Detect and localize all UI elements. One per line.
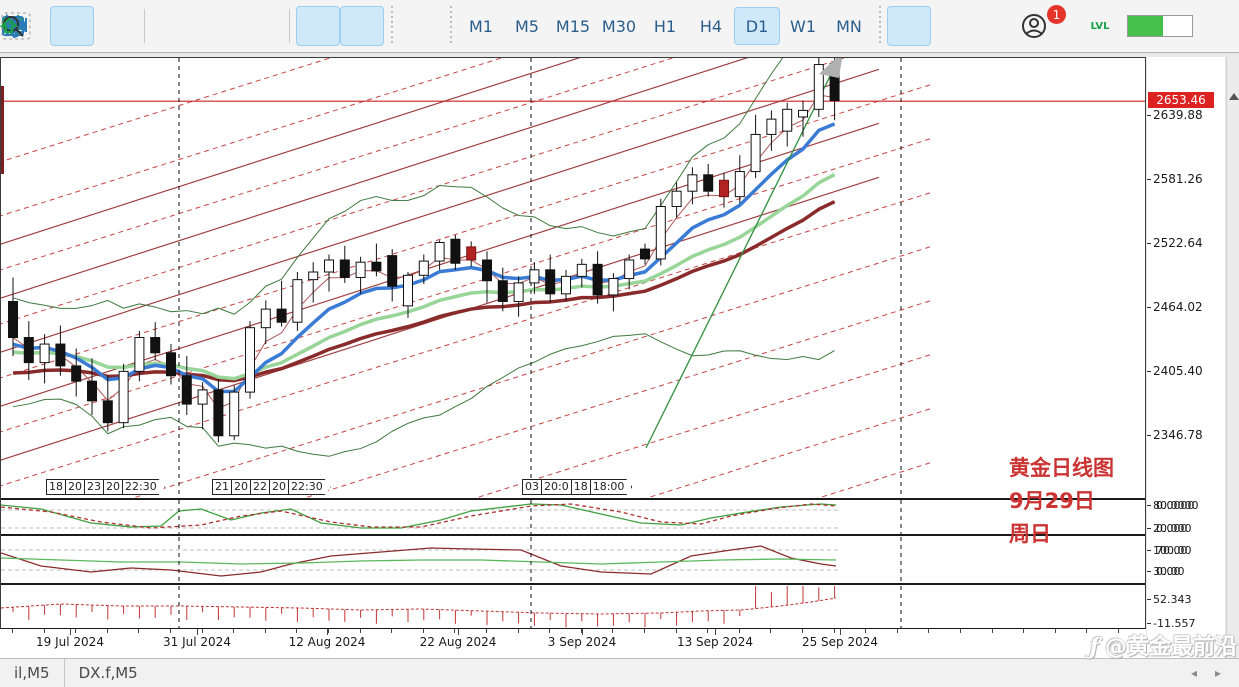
- indicator-panel-rsi[interactable]: [1, 537, 1145, 583]
- line-chart-icon[interactable]: [2, 6, 138, 46]
- timeframe-h4[interactable]: H4: [688, 7, 734, 45]
- tab-nav: ◂ ▸: [1191, 659, 1221, 687]
- toolbar-drag-handle: [876, 6, 883, 46]
- indicator-scale-label: 0.000: [1156, 522, 1188, 535]
- timeframe-m1[interactable]: M1: [458, 7, 504, 45]
- annotation-line: 周日: [1009, 522, 1051, 546]
- time-tag: 21: [212, 479, 232, 495]
- time-tag: 22:30: [288, 479, 331, 495]
- date-tick-label: 12 Aug 2024: [288, 635, 366, 649]
- time-tag: 22: [250, 479, 270, 495]
- annotation-line: 9月29日: [1009, 489, 1095, 513]
- date-tick-label: 31 Jul 2024: [163, 635, 231, 649]
- date-tick-label: 19 Jul 2024: [36, 635, 104, 649]
- panel-divider[interactable]: [1, 583, 1145, 585]
- shift-chart-right-icon[interactable]: [2, 6, 340, 46]
- right-scrollbar[interactable]: [1226, 57, 1239, 658]
- time-tag-group: 21 20 22 20 22:30: [212, 479, 331, 495]
- indicator-panel-stochastic[interactable]: [1, 500, 1145, 534]
- timeframe-m15[interactable]: M15: [550, 7, 596, 45]
- tab-next-icon[interactable]: ▸: [1215, 666, 1221, 680]
- cursor-icon[interactable]: [6, 6, 931, 46]
- candlestick-chart-icon[interactable]: [4, 6, 94, 46]
- indicator-scale-label: 52.343: [1153, 593, 1192, 606]
- current-price-box: 2653.46: [1148, 92, 1214, 109]
- toolbar-separator: [289, 9, 290, 43]
- price-tick-label: 2522.64: [1153, 236, 1203, 250]
- level-up-icon[interactable]: LVL: [0, 5, 1121, 47]
- date-tick-label: 25 Sep 2024: [801, 635, 879, 649]
- toolbar-separator: [144, 9, 145, 43]
- toolbar-drag-handle: [447, 6, 454, 46]
- date-tick-label: 3 Sep 2024: [547, 635, 617, 649]
- chart-area[interactable]: 18 20 23 20 22:30 21 20 22 20 22:30 03 20:0 18 18:00 …: [0, 57, 1146, 658]
- time-tag: 20: [65, 479, 85, 495]
- price-scale[interactable]: 2639.88 2581.26 2522.64 2464.02 2405.40 2346.…: [1147, 57, 1225, 658]
- date-tick-label: 13 Sep 2024: [676, 635, 754, 649]
- search-icon[interactable]: [3, 6, 1019, 46]
- date-tick-label: 22 Aug 2024: [419, 635, 497, 649]
- price-tick-label: 2639.88: [1153, 108, 1203, 122]
- screenshot-camera-icon[interactable]: [1, 6, 443, 46]
- annotation-line: 黄金日线图: [1009, 456, 1114, 480]
- zoom-out-icon[interactable]: [3, 6, 239, 46]
- panel-divider[interactable]: [1, 534, 1145, 536]
- timeframe-mn[interactable]: MN: [826, 7, 872, 45]
- time-tag: 20: [231, 479, 251, 495]
- notification-badge[interactable]: 1: [1047, 5, 1066, 24]
- symbol-tab[interactable]: DX.f,M5: [63, 659, 152, 687]
- scroll-marker-icon: [1229, 93, 1239, 100]
- time-tag: 18:00: [590, 479, 633, 495]
- time-tag: 18: [46, 479, 66, 495]
- watermark-hand-icon: ƒ: [1089, 634, 1099, 660]
- watermark: ƒ @黄金最前沿: [1090, 629, 1237, 661]
- watermark-text: @黄金最前沿: [1104, 635, 1237, 660]
- time-tag: 03: [522, 479, 542, 495]
- chart-annotation: 黄金日线图 9月29日周日: [1009, 452, 1114, 551]
- symbol-tab-bar: il,M5 DX.f,M5 ◂ ▸: [0, 658, 1239, 687]
- price-tick-label: 2346.78: [1153, 428, 1203, 442]
- time-tag: 20: [103, 479, 123, 495]
- price-tick-label: 2405.40: [1153, 364, 1203, 378]
- indicator-scale-label: 0.00: [1156, 565, 1181, 578]
- timeframe-w1[interactable]: W1: [780, 7, 826, 45]
- indicator-scale-label: 70.00: [1156, 544, 1188, 557]
- shift-chart-left-icon[interactable]: [2, 6, 384, 46]
- timeframe-m5[interactable]: M5: [504, 7, 550, 45]
- time-tag-group: 03 20:0 18 18:00: [522, 479, 633, 495]
- time-tag: 23: [84, 479, 104, 495]
- indicator-panel-momentum[interactable]: [1, 586, 1145, 628]
- timeframe-d1[interactable]: D1: [734, 7, 780, 45]
- level-progress-bar: [1127, 15, 1193, 37]
- tile-windows-icon[interactable]: [2, 6, 283, 46]
- main-price-pane[interactable]: [1, 58, 1145, 498]
- symbol-tab[interactable]: il,M5: [0, 659, 64, 687]
- level-progress-fill: [1128, 16, 1164, 36]
- timeframe-group: M1 M5 M15 M30 H1 H4 D1 W1 MN: [458, 7, 872, 45]
- price-tick-label: 2581.26: [1153, 172, 1203, 186]
- time-tag-group: 18 20 23 20 22:30: [46, 479, 165, 495]
- tab-prev-icon[interactable]: ◂: [1191, 666, 1197, 680]
- time-tag: 20:0: [541, 479, 572, 495]
- time-tag: 18: [570, 479, 591, 495]
- toolbar: M1 M5 M15 M30 H1 H4 D1 W1 MN 1 LVL: [0, 0, 1239, 53]
- timeframe-m30[interactable]: M30: [596, 7, 642, 45]
- timeframe-h1[interactable]: H1: [642, 7, 688, 45]
- crosshair-icon[interactable]: [3, 6, 975, 46]
- date-axis[interactable]: 19 Jul 2024 31 Jul 2024 12 Aug 2024 22 Aug …: [0, 629, 1146, 658]
- toolbar-drag-handle: [388, 6, 395, 46]
- account-icon[interactable]: 1: [1019, 5, 1066, 46]
- zoom-in-icon[interactable]: [3, 6, 195, 46]
- time-tag: 22:30: [122, 479, 165, 495]
- time-tag: 20: [269, 479, 289, 495]
- indicator-scale-label: 0.0000: [1156, 499, 1195, 512]
- lvl-label: LVL: [1090, 20, 1110, 32]
- price-tick-label: 2464.02: [1153, 300, 1203, 314]
